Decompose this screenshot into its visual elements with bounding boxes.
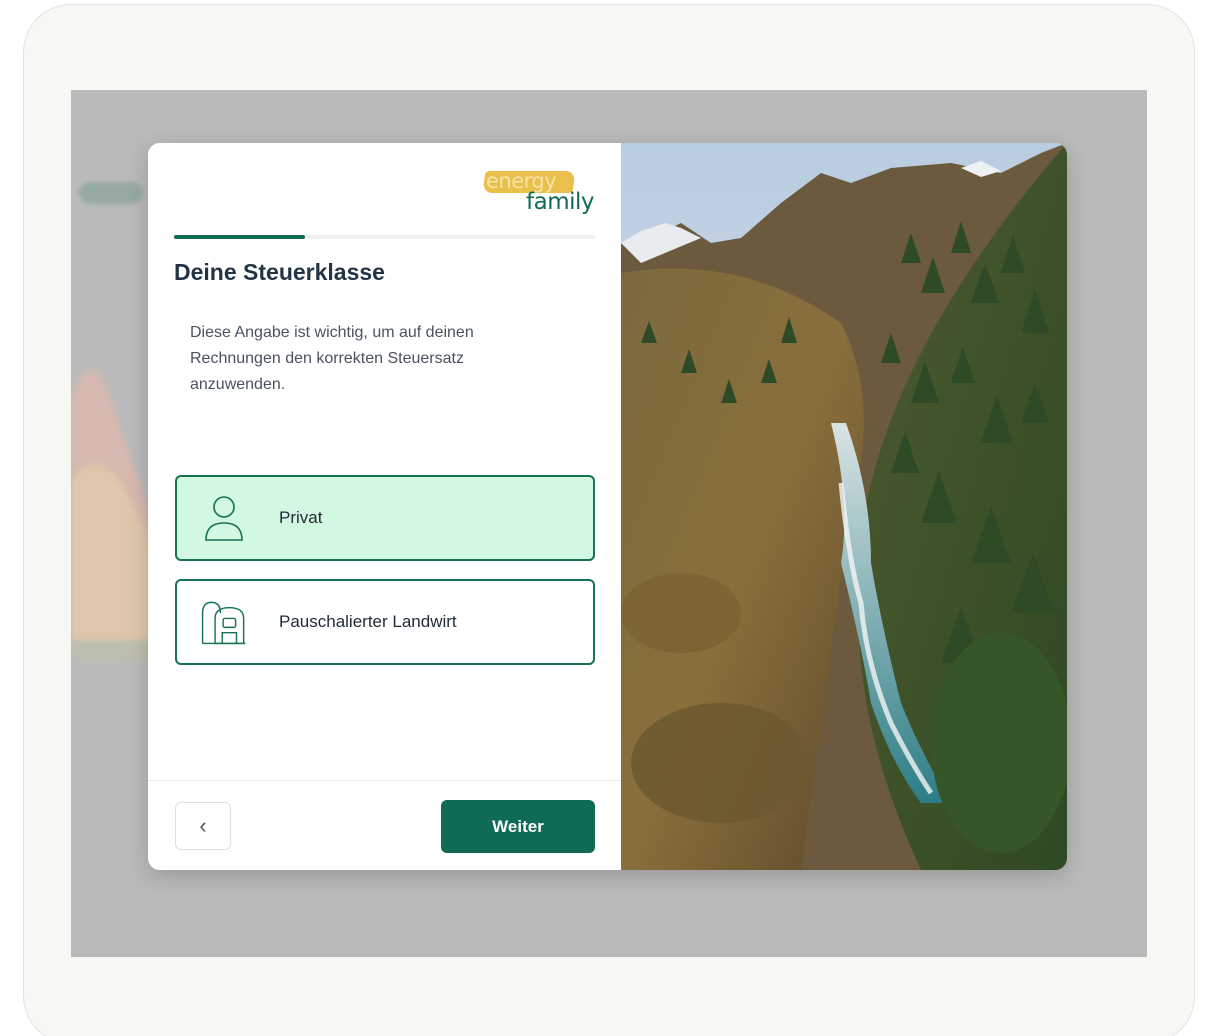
landscape-image-panel bbox=[621, 143, 1067, 870]
progress-fill bbox=[174, 235, 305, 239]
option-landwirt[interactable]: Pauschalierter Landwirt bbox=[175, 579, 595, 665]
page-title: Deine Steuerklasse bbox=[174, 259, 385, 285]
option-label: Pauschalierter Landwirt bbox=[279, 612, 457, 631]
chevron-left-icon: ‹ bbox=[199, 813, 207, 838]
option-label: Privat bbox=[279, 508, 323, 527]
energy-family-logo: energy family bbox=[480, 167, 596, 219]
next-button[interactable]: Weiter bbox=[441, 800, 595, 853]
logo-family-text: family bbox=[526, 189, 595, 215]
farm-silo-icon bbox=[201, 601, 246, 645]
person-icon bbox=[205, 496, 243, 541]
footer-divider bbox=[148, 780, 621, 781]
progress-bar bbox=[174, 235, 595, 239]
option-privat[interactable]: Privat bbox=[175, 475, 595, 561]
onboarding-modal: energy family Deine Steuerklasse Diese A… bbox=[148, 143, 1067, 870]
landscape-image bbox=[621, 143, 1067, 870]
page-description: Diese Angabe ist wichtig, um auf deinen … bbox=[190, 324, 474, 393]
background-pill bbox=[79, 182, 143, 204]
back-button[interactable]: ‹ bbox=[175, 802, 231, 850]
form-panel: energy family Deine Steuerklasse Diese A… bbox=[148, 143, 621, 870]
